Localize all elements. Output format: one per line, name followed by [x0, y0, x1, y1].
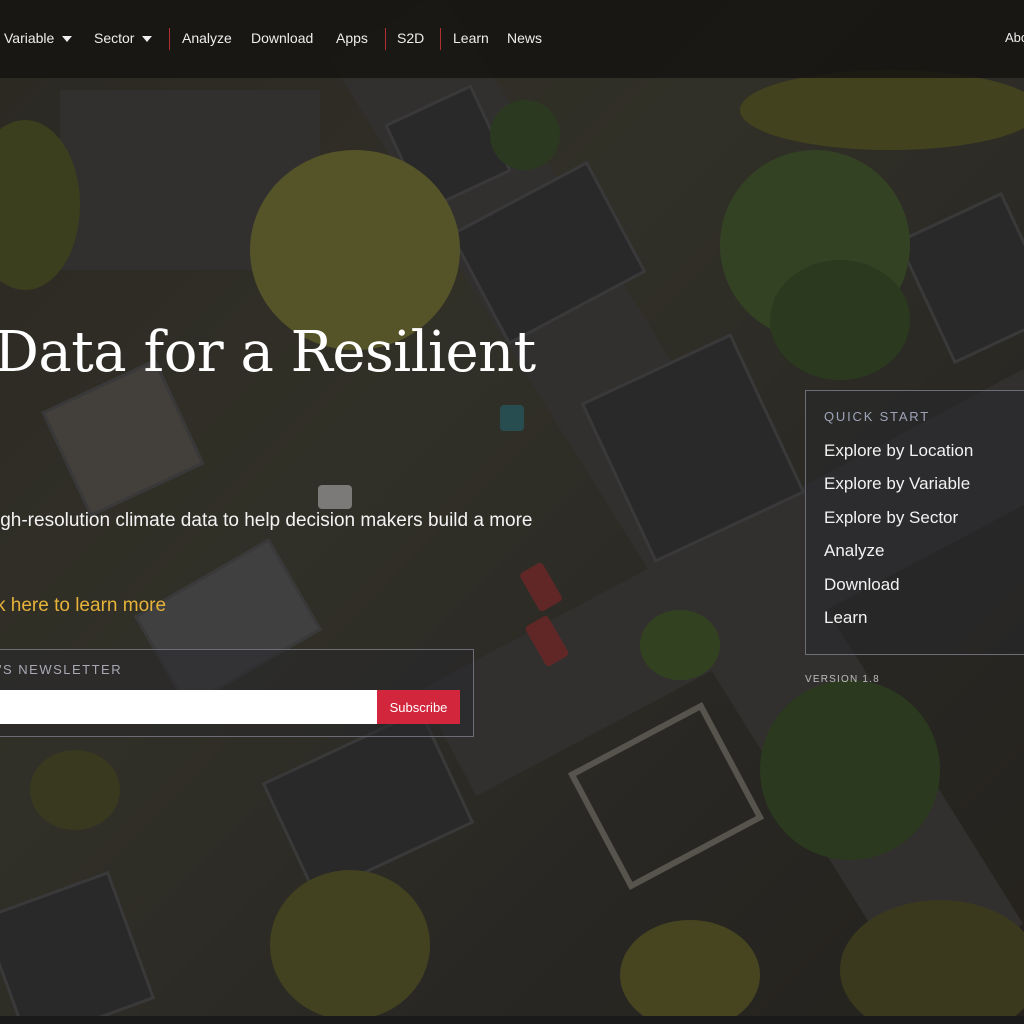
version-label: VERSION 1.8	[805, 674, 880, 685]
quick-start-title: QUICK START	[824, 409, 930, 424]
nav-item-about[interactable]: Abo	[1005, 30, 1024, 45]
quick-start-panel: QUICK START Explore by Location Explore …	[805, 390, 1024, 655]
top-navigation: Variable Sector Analyze Download Apps S2…	[0, 0, 1024, 78]
quick-start-item-download[interactable]: Download	[824, 575, 900, 595]
nav-divider	[440, 28, 441, 50]
nav-item-analyze[interactable]: Analyze	[182, 30, 232, 46]
nav-item-download[interactable]: Download	[251, 30, 313, 46]
nav-item-variable[interactable]: Variable	[4, 30, 73, 46]
quick-start-item-variable[interactable]: Explore by Variable	[824, 474, 970, 494]
quick-start-item-learn[interactable]: Learn	[824, 608, 867, 628]
nav-item-news[interactable]: News	[507, 30, 542, 46]
caret-down-icon	[62, 36, 73, 43]
nav-item-sector[interactable]: Sector	[94, 30, 153, 46]
quick-start-item-analyze[interactable]: Analyze	[824, 541, 884, 561]
learn-more-link[interactable]: k here to learn more	[0, 595, 166, 617]
hero-subtitle: igh-resolution climate data to help deci…	[0, 510, 533, 531]
newsletter-panel: 'S NEWSLETTER Subscribe	[0, 649, 474, 737]
hero-title: Data for a Resilient	[0, 320, 536, 385]
newsletter-label: 'S NEWSLETTER	[0, 662, 123, 677]
quick-start-item-sector[interactable]: Explore by Sector	[824, 508, 958, 528]
caret-down-icon	[142, 36, 153, 43]
nav-divider	[169, 28, 170, 50]
nav-divider	[385, 28, 386, 50]
nav-item-learn[interactable]: Learn	[453, 30, 489, 46]
nav-item-s2d[interactable]: S2D	[397, 30, 424, 46]
bottom-strip	[0, 1016, 1024, 1024]
newsletter-email-input[interactable]	[0, 690, 377, 724]
subscribe-button[interactable]: Subscribe	[377, 690, 460, 724]
nav-item-apps[interactable]: Apps	[336, 30, 368, 46]
quick-start-item-location[interactable]: Explore by Location	[824, 441, 973, 461]
